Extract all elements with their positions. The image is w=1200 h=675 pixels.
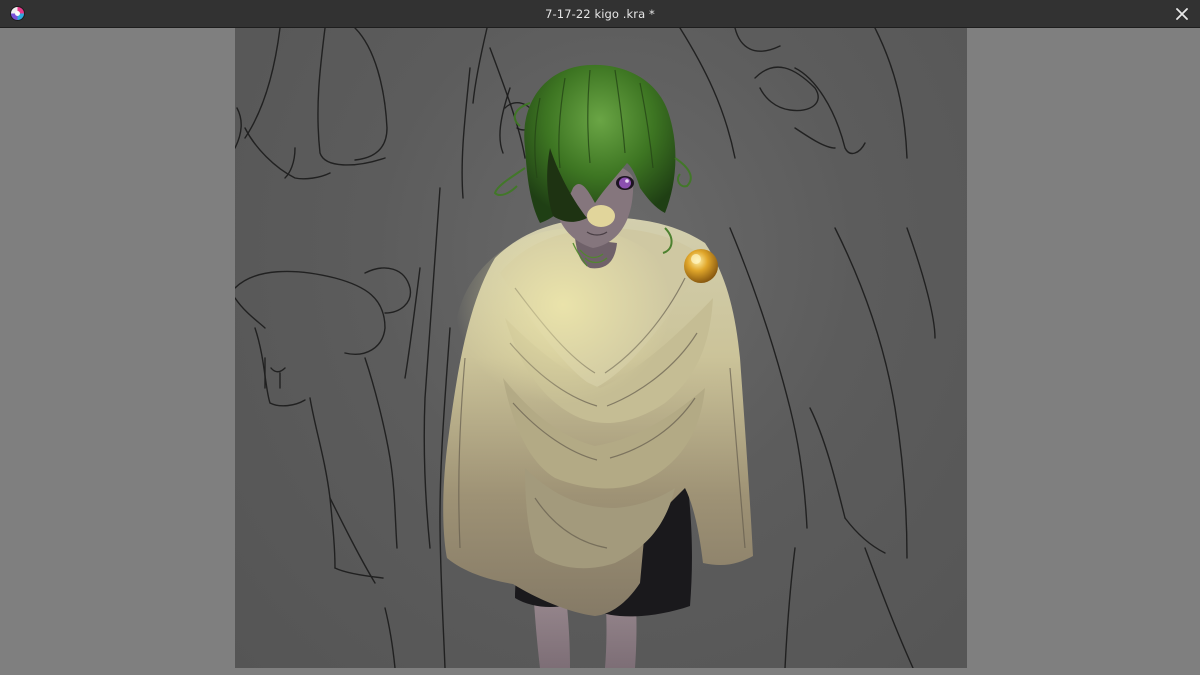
character-figure — [443, 64, 753, 668]
title-bar: 7-17-22 kigo .kra * — [0, 0, 1200, 28]
artwork-canvas[interactable] — [235, 28, 967, 668]
window-title: 7-17-22 kigo .kra * — [545, 7, 655, 21]
artwork-illustration — [235, 28, 936, 668]
gold-brooch — [684, 249, 718, 283]
canvas-workspace[interactable] — [0, 28, 1200, 675]
close-button[interactable] — [1170, 3, 1194, 25]
close-icon — [1176, 8, 1188, 20]
